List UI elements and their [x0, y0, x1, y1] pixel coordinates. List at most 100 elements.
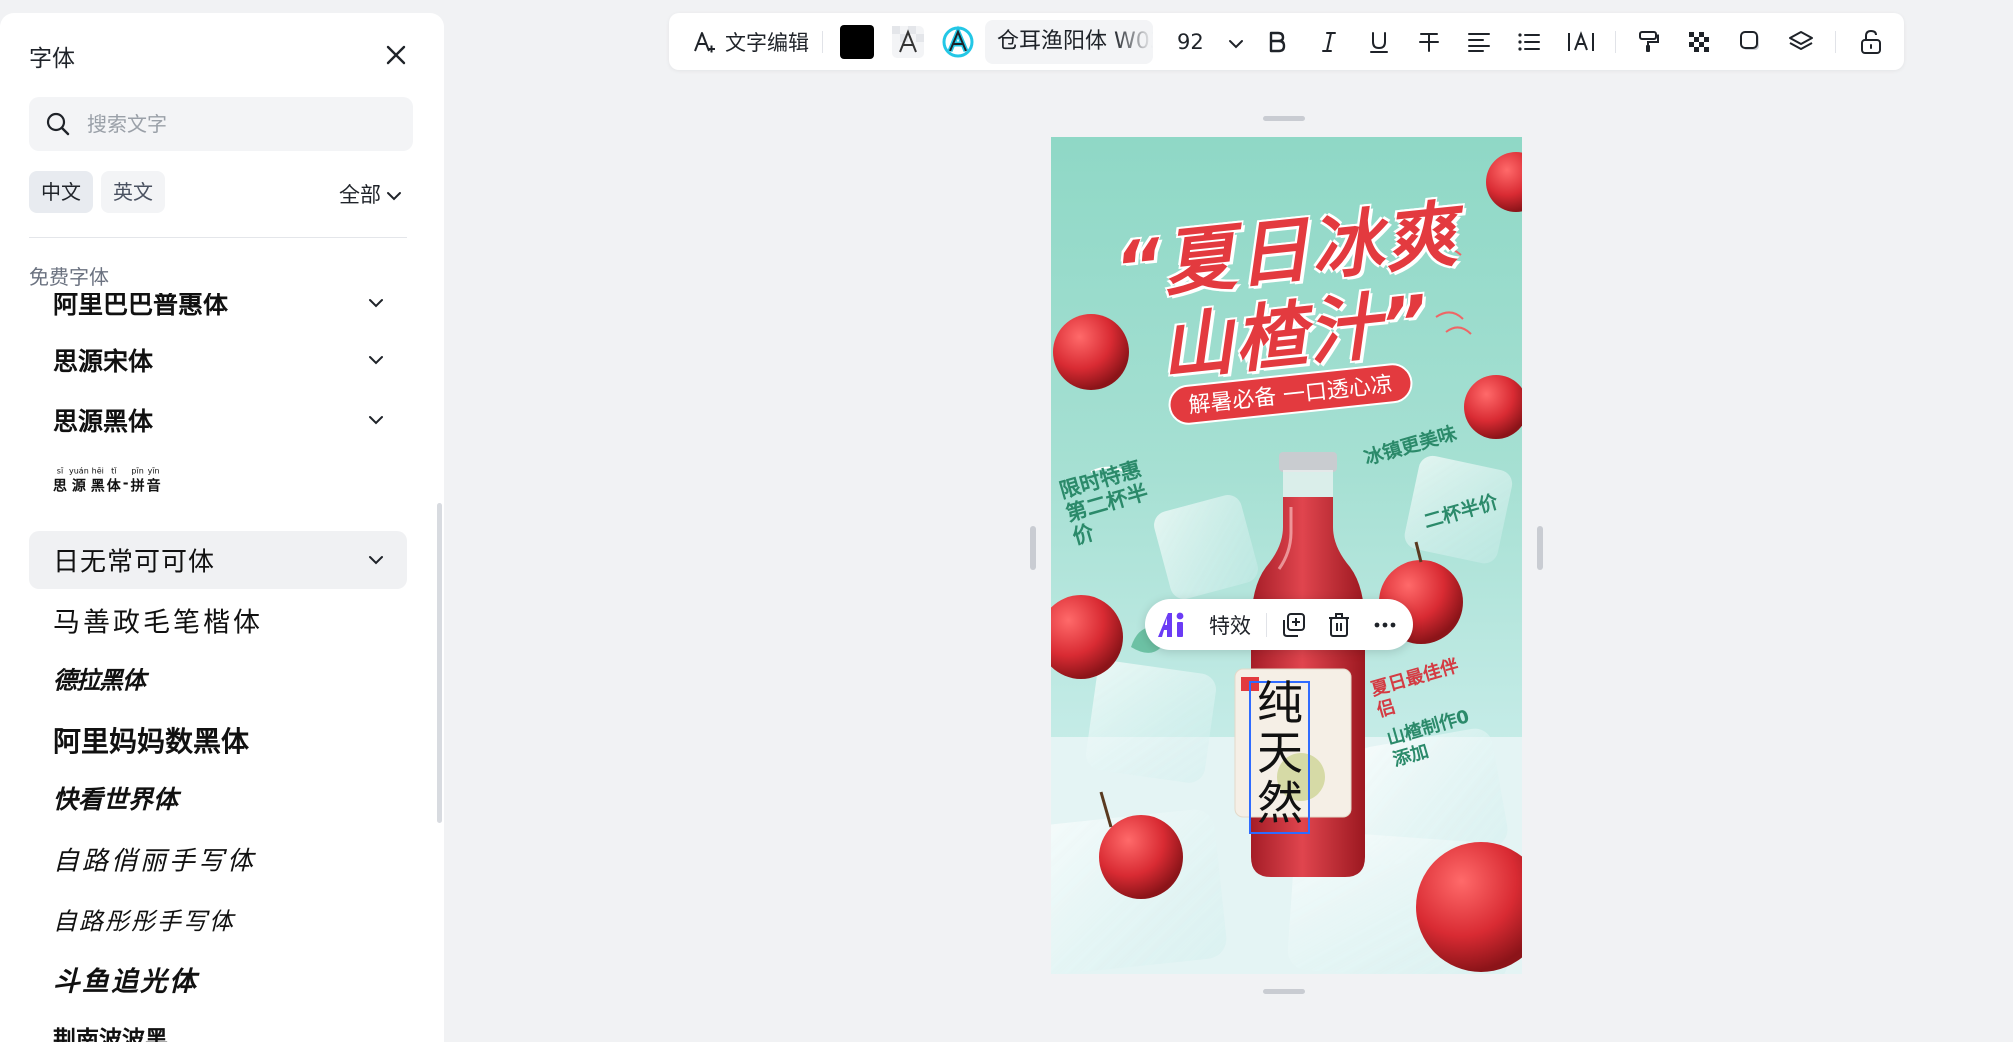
list-button[interactable]: [1509, 13, 1549, 70]
divider: [29, 237, 407, 238]
font-item-label: 快看世界体: [53, 785, 179, 814]
text-toolbar: 文字编辑 仓耳渔阳体 W03 92: [669, 13, 1904, 70]
font-list: 阿里巴巴普惠体 思源宋体 思源黑体 sī 思 yuán 源 hēi 黑 tǐ 体 - p…: [29, 293, 407, 1042]
font-item-siyuan-pinyin[interactable]: sī 思 yuán 源 hēi 黑 tǐ 体 - pīn 拼 yīn 音: [29, 452, 407, 510]
ai-icon: [1158, 612, 1184, 637]
text-color-swatch: [840, 24, 874, 59]
pinyin-syllable: yuán: [69, 466, 89, 476]
font-item-alimama-shuhei[interactable]: 阿里妈妈数黑体: [29, 711, 407, 769]
font-item-label: 马善政毛笔楷体: [53, 607, 263, 639]
font-item-dela-hei[interactable]: 德拉黑体: [29, 649, 407, 707]
text-stroke-button[interactable]: [939, 13, 977, 70]
shadow-button[interactable]: [1731, 13, 1771, 70]
text-edit-icon: [694, 31, 715, 52]
font-item-label: 思源宋体: [53, 347, 154, 376]
resize-handle-left[interactable]: [1030, 526, 1036, 570]
pinyin-syllable: sī: [56, 466, 64, 476]
font-item-label: 日无常可可体: [53, 547, 216, 578]
underline-icon: [1370, 31, 1388, 53]
font-item-jingnan-bobo[interactable]: 荆南波波黑: [29, 1008, 407, 1042]
text-stroke-icon: [942, 25, 974, 57]
pinyin-syllable: pīn: [131, 466, 144, 476]
font-item-label: 思源黑体: [53, 407, 154, 436]
tab-chinese[interactable]: 中文: [29, 171, 93, 213]
duplicate-button[interactable]: [1275, 599, 1311, 650]
trash-icon: [1329, 612, 1349, 637]
font-item-label: 荆南波波黑: [53, 1027, 168, 1042]
format-painter-button[interactable]: [1629, 13, 1669, 70]
floating-toolbar: 特效: [1145, 599, 1413, 650]
more-icon: [1374, 622, 1396, 627]
resize-handle-top[interactable]: [1263, 116, 1305, 121]
divider: [1615, 31, 1616, 53]
font-item-zilu-tongtong[interactable]: 自路彤彤手写体: [29, 890, 407, 948]
font-item-siyuan-hei[interactable]: 思源黑体: [29, 391, 407, 449]
text-background-button[interactable]: [889, 13, 927, 70]
pinyin-syllable: hēi: [91, 466, 104, 476]
chevron-down-icon[interactable]: [367, 551, 385, 569]
strikethrough-button[interactable]: [1409, 13, 1449, 70]
pinyin-font-preview: sī 思 yuán 源 hēi 黑 tǐ 体 - pīn 拼 yīn 音: [53, 467, 161, 496]
close-icon[interactable]: [382, 41, 410, 69]
italic-button[interactable]: [1309, 13, 1349, 70]
letter-spacing-button[interactable]: [1561, 13, 1601, 70]
duplicate-icon: [1283, 612, 1305, 637]
category-filter-label: 全部: [339, 183, 381, 207]
resize-handle-right[interactable]: [1537, 526, 1543, 570]
font-item-riwuchang[interactable]: 日无常可可体: [29, 531, 407, 589]
lock-button[interactable]: [1851, 13, 1891, 70]
font-item-kuaikan[interactable]: 快看世界体: [29, 769, 407, 827]
layers-icon: [1789, 30, 1813, 50]
font-item-label: 阿里巴巴普惠体: [53, 293, 229, 319]
section-label-free-fonts: 免费字体: [29, 265, 109, 289]
font-item-alibaba-puhui[interactable]: 阿里巴巴普惠体: [29, 293, 407, 332]
more-options-button[interactable]: [1367, 599, 1403, 650]
pinyin-syllable: yīn: [147, 466, 160, 476]
chevron-down-icon: [387, 192, 401, 201]
opacity-button[interactable]: [1679, 13, 1719, 70]
search-box: [29, 97, 413, 151]
shadow-icon: [1740, 30, 1759, 50]
panel-title: 字体: [29, 46, 75, 72]
text-color-picker[interactable]: [839, 13, 875, 70]
chevron-down-icon: [1229, 40, 1243, 49]
font-item-zilu-qiaoli[interactable]: 自路俏丽手写体: [29, 830, 407, 888]
layers-button[interactable]: [1781, 13, 1821, 70]
font-list-scrollbar[interactable]: [437, 503, 442, 823]
chevron-down-icon[interactable]: [367, 351, 385, 369]
pinyin-char: 黑: [90, 478, 105, 495]
ai-button[interactable]: [1155, 599, 1191, 650]
align-button[interactable]: [1459, 13, 1499, 70]
search-input[interactable]: [87, 97, 397, 151]
chevron-down-icon[interactable]: [367, 411, 385, 429]
font-family-select[interactable]: 仓耳渔阳体 W03: [985, 20, 1153, 64]
font-item-mashanzheng[interactable]: 马善政毛笔楷体: [29, 591, 407, 649]
font-panel: 字体 中文 英文 全部 免费字体 阿里巴巴普惠体 思源宋体 思源黑体 sī 思 y…: [0, 13, 444, 1042]
font-size-value: 92: [1177, 30, 1204, 54]
poster-canvas[interactable]: “夏日冰爽 山楂汁” 解暑必备 一口透心凉 限时特惠 第二杯半 价 冰镇更美味 …: [1051, 137, 1522, 974]
search-icon: [46, 112, 70, 136]
selected-vertical-text[interactable]: 纯天然: [1257, 678, 1303, 828]
font-item-label: 自路彤彤手写体: [53, 907, 235, 936]
text-background-icon: [892, 25, 924, 58]
font-item-douyu-zhuiguang[interactable]: 斗鱼追光体: [29, 950, 407, 1008]
pinyin-char: 源: [71, 478, 86, 495]
underline-button[interactable]: [1359, 13, 1399, 70]
tab-english[interactable]: 英文: [101, 171, 165, 213]
delete-button[interactable]: [1321, 599, 1357, 650]
bold-button[interactable]: [1257, 13, 1297, 70]
effects-button[interactable]: 特效: [1200, 599, 1260, 650]
pinyin-syllable: tǐ: [111, 466, 117, 476]
text-edit-button[interactable]: 文字编辑: [685, 13, 815, 70]
letter-spacing-icon: [1568, 30, 1594, 51]
font-size-select[interactable]: 92: [1167, 20, 1247, 64]
resize-handle-bottom[interactable]: [1263, 989, 1305, 994]
unlock-icon: [1861, 29, 1881, 54]
chevron-down-icon[interactable]: [367, 294, 385, 312]
font-item-label: 德拉黑体: [53, 666, 146, 695]
font-item-label: 斗鱼追光体: [53, 966, 198, 998]
transparency-icon: [1689, 31, 1709, 52]
align-left-icon: [1468, 32, 1490, 52]
font-item-siyuan-song[interactable]: 思源宋体: [29, 331, 407, 389]
category-filter[interactable]: 全部: [339, 179, 403, 209]
